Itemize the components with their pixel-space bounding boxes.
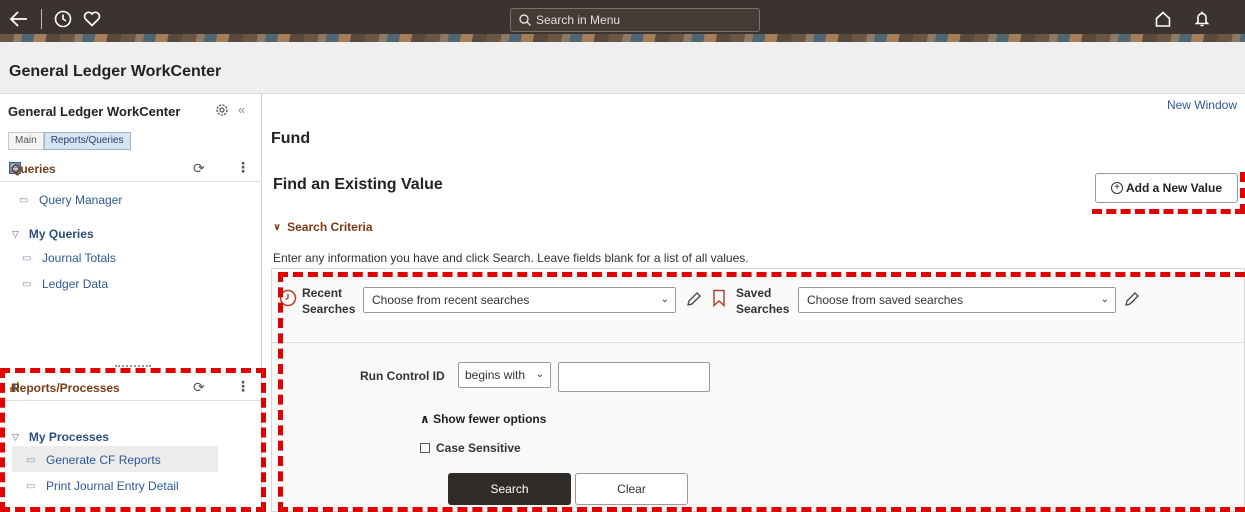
new-window-link[interactable]: New Window	[1167, 98, 1237, 112]
menu-search-input[interactable]: Search in Menu	[510, 8, 760, 32]
recent-searches-value: Choose from recent searches	[372, 293, 530, 307]
run-control-operator-value: begins with	[465, 368, 526, 382]
recent-searches-select[interactable]: Choose from recent searches ⌄	[363, 287, 676, 313]
ledger-data-link[interactable]: ▭ Ledger Data	[22, 277, 108, 291]
my-queries-group[interactable]: ▽ My Queries	[12, 227, 94, 241]
journal-totals-label: Journal Totals	[42, 251, 116, 265]
recent-searches-icon	[279, 289, 297, 310]
ledger-data-label: Ledger Data	[42, 277, 109, 291]
refresh-icon[interactable]: ⟳	[193, 160, 205, 177]
more-options-icon[interactable]: ⋮	[236, 378, 250, 395]
find-existing-value-heading: Find an Existing Value	[273, 176, 443, 193]
edit-recent-searches-icon[interactable]	[686, 291, 702, 307]
favorites-icon[interactable]	[81, 8, 103, 30]
bookmark-icon	[712, 289, 726, 310]
component-title: Fund	[271, 130, 311, 147]
link-icon: ▭	[22, 253, 32, 264]
case-sensitive-option[interactable]: Case Sensitive	[420, 441, 521, 455]
tab-main[interactable]: Main	[8, 132, 44, 150]
history-icon[interactable]	[52, 8, 74, 30]
run-control-id-input[interactable]	[558, 362, 710, 392]
expand-triangle-icon: ▽	[12, 228, 19, 239]
link-icon: ▭	[19, 195, 29, 206]
generate-cf-reports-label: Generate CF Reports	[46, 453, 161, 467]
journal-totals-link[interactable]: ▭ Journal Totals	[22, 251, 116, 265]
back-arrow-icon[interactable]	[8, 8, 30, 30]
reports-heading: Reports/Processes	[11, 381, 120, 395]
case-sensitive-label: Case Sensitive	[436, 441, 521, 455]
recent-searches-label-line1: Recent	[302, 286, 343, 300]
search-button[interactable]: Search	[448, 473, 571, 505]
saved-searches-label-line1: Saved	[736, 286, 772, 300]
page-title: General Ledger WorkCenter	[9, 63, 222, 80]
search-icon	[519, 14, 531, 26]
clear-button[interactable]: Clear	[575, 473, 688, 505]
gear-icon[interactable]	[215, 103, 229, 117]
query-manager-label: Query Manager	[39, 193, 123, 207]
annotation-search-criteria-bottom	[278, 507, 1245, 512]
expand-triangle-icon: ▽	[12, 431, 19, 442]
chevron-down-icon: ⌄	[1100, 294, 1109, 305]
refresh-icon[interactable]: ⟳	[193, 379, 205, 396]
top-navigation-bar: Search in Menu	[0, 0, 1245, 42]
chevron-up-icon: ∧	[420, 412, 430, 426]
toolbar-separator	[41, 9, 42, 29]
workcenter-left-panel: General Ledger WorkCenter « Main Reports…	[0, 94, 262, 512]
recent-searches-label-line2: Searches	[302, 302, 356, 316]
queries-pagelet-header: Queries ⟳ ⋮	[0, 156, 261, 182]
edit-saved-searches-icon[interactable]	[1124, 291, 1140, 307]
link-icon: ▭	[26, 481, 36, 492]
search-placeholder: Search in Menu	[536, 13, 621, 27]
chevron-down-icon: ⌄	[660, 294, 669, 305]
print-journal-entry-detail-label: Print Journal Entry Detail	[46, 479, 179, 493]
show-fewer-options-label: Show fewer options	[433, 412, 547, 426]
chevron-down-icon: ⌄	[535, 369, 544, 380]
saved-searches-label-line2: Searches	[736, 302, 790, 316]
add-circle-icon: +	[1110, 182, 1123, 194]
search-criteria-toggle[interactable]: ∨ Search Criteria	[273, 220, 373, 234]
case-sensitive-checkbox[interactable]	[420, 443, 430, 453]
workcenter-title: General Ledger WorkCenter	[8, 104, 181, 119]
search-criteria-heading: Search Criteria	[287, 220, 373, 234]
my-processes-heading: My Processes	[28, 430, 109, 444]
home-icon[interactable]	[1152, 8, 1174, 30]
link-icon: ▭	[26, 455, 36, 466]
workcenter-tabs: Main Reports/Queries	[8, 132, 131, 150]
search-instructions: Enter any information you have and click…	[273, 251, 749, 265]
notifications-icon[interactable]	[1191, 8, 1213, 30]
collapse-panel-icon[interactable]: «	[238, 102, 245, 117]
search-criteria-panel: Recent Searches Choose from recent searc…	[271, 268, 1245, 512]
run-control-id-label: Run Control ID	[360, 369, 445, 383]
recent-saved-searches-row: Recent Searches Choose from recent searc…	[272, 269, 1244, 343]
print-journal-entry-detail-link[interactable]: ▭ Print Journal Entry Detail	[26, 479, 179, 493]
my-processes-group[interactable]: ▽ My Processes	[12, 430, 109, 444]
banner-texture	[0, 34, 1245, 42]
more-options-icon[interactable]: ⋮	[236, 159, 250, 176]
main-content: New Window Fund Find an Existing Value +…	[263, 94, 1245, 512]
add-new-value-button[interactable]: + Add a New Value	[1095, 173, 1238, 203]
add-new-value-label: Add a New Value	[1125, 181, 1223, 195]
chevron-down-icon: ∨	[273, 221, 282, 233]
queries-heading: Queries	[11, 162, 56, 176]
link-icon: ▭	[22, 279, 32, 290]
query-manager-link[interactable]: ▭ Query Manager	[19, 193, 122, 207]
generate-cf-reports-link[interactable]: ▭ Generate CF Reports	[26, 453, 161, 467]
reports-pagelet-header: Reports/Processes ⟳ ⋮	[0, 375, 261, 401]
saved-searches-value: Choose from saved searches	[807, 293, 964, 307]
tab-reports-queries[interactable]: Reports/Queries	[43, 132, 131, 150]
annotation-reports-processes-bottom	[0, 507, 266, 512]
run-control-operator-select[interactable]: begins with ⌄	[458, 362, 551, 388]
my-queries-heading: My Queries	[28, 227, 94, 241]
saved-searches-select[interactable]: Choose from saved searches ⌄	[798, 287, 1116, 313]
pagelet-splitter[interactable]	[115, 365, 151, 367]
page-header: General Ledger WorkCenter	[0, 42, 1245, 94]
show-fewer-options-link[interactable]: ∧ Show fewer options	[420, 412, 546, 426]
